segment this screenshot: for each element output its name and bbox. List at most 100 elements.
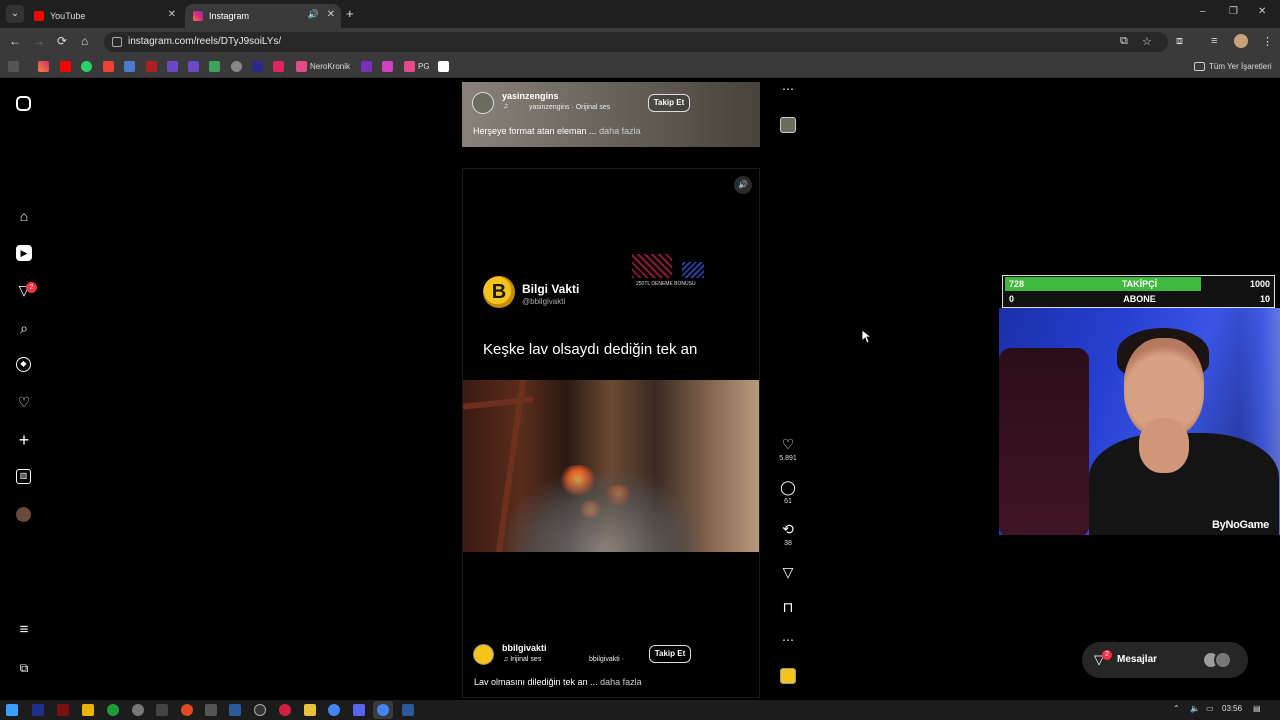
avatar[interactable] — [473, 644, 494, 665]
apps-grid-icon[interactable] — [8, 61, 19, 72]
tab-close-icon[interactable]: ✕ — [327, 9, 335, 20]
illustrator-icon[interactable] — [57, 704, 69, 716]
menu-icon[interactable]: ≡ — [16, 622, 32, 638]
browser-menu-icon[interactable]: ⋮ — [1262, 35, 1273, 48]
steam-icon[interactable] — [229, 704, 241, 716]
app-icon[interactable] — [156, 704, 168, 716]
search-icon[interactable]: ⌕ — [16, 320, 32, 336]
audio-thumbnail[interactable] — [780, 668, 796, 684]
bookmark-app-icon[interactable] — [167, 61, 178, 72]
bookmark-app-icon[interactable] — [361, 61, 372, 72]
app-icon[interactable] — [254, 704, 266, 716]
more-options-icon[interactable]: ⋯ — [779, 82, 797, 96]
save-button[interactable]: ⊓ — [779, 599, 797, 616]
more-link[interactable]: daha fazla — [599, 126, 641, 136]
follow-button[interactable]: Takip Et — [649, 645, 691, 663]
reels-icon[interactable]: ▶ — [16, 245, 32, 261]
messages-button[interactable]: ▽ 2 Mesajlar — [1082, 642, 1248, 678]
avatar[interactable] — [472, 92, 494, 114]
follow-button[interactable]: Takip Et — [648, 94, 690, 112]
reload-button[interactable]: ⟳ — [57, 34, 67, 48]
bookmark-star-icon[interactable]: ☆ — [1142, 35, 1152, 48]
current-reel-username[interactable]: bbilgivakti — [502, 643, 547, 653]
bookmark-neronkronik[interactable]: NeroKronik — [310, 62, 350, 71]
repost-button[interactable]: ⟲ 38 — [779, 521, 797, 547]
chrome-icon[interactable] — [328, 704, 340, 716]
new-tab-button[interactable]: + — [346, 6, 354, 21]
app-icon[interactable] — [181, 704, 193, 716]
taskbar: ⌃ 🔈 ▭ 03:56 ▤ — [0, 700, 1280, 720]
app-icon[interactable] — [132, 704, 144, 716]
windows-start-icon[interactable] — [6, 704, 18, 716]
install-app-icon[interactable]: ⧉ — [1120, 35, 1128, 48]
restore-button[interactable]: ❐ — [1229, 6, 1238, 17]
also-from-meta-icon[interactable]: ⧉ — [16, 660, 32, 676]
bookmark-whatsapp-icon[interactable] — [81, 61, 92, 72]
mute-icon[interactable]: 🔊 — [734, 176, 752, 194]
bookmark-app-icon[interactable] — [188, 61, 199, 72]
bookmark-gmail-icon[interactable] — [103, 61, 114, 72]
photoshop-icon[interactable] — [32, 704, 44, 716]
tab-close-icon[interactable]: ✕ — [168, 9, 176, 20]
app-icon[interactable] — [205, 704, 217, 716]
file-explorer-icon[interactable] — [304, 704, 316, 716]
dashboard-icon[interactable]: ▥ — [16, 469, 31, 484]
app-icon[interactable] — [82, 704, 94, 716]
forward-button[interactable]: → — [33, 34, 45, 48]
notification-center-icon[interactable]: ▤ — [1253, 704, 1261, 713]
home-button[interactable]: ⌂ — [81, 34, 88, 48]
bookmark-app-icon[interactable] — [231, 61, 242, 72]
home-icon[interactable]: ⌂ — [16, 208, 32, 224]
chrome-icon[interactable] — [377, 704, 389, 716]
explore-icon[interactable]: ◆ — [16, 357, 31, 372]
more-link[interactable]: daha fazla — [600, 677, 642, 687]
previous-reel-username[interactable]: yasinzengins — [502, 91, 559, 101]
minimize-button[interactable]: – — [1200, 6, 1206, 17]
xbox-icon[interactable] — [107, 704, 119, 716]
bookmark-pg[interactable]: PG — [418, 62, 430, 71]
audio-thumbnail[interactable] — [780, 117, 796, 133]
profile-icon[interactable] — [16, 507, 31, 522]
share-button[interactable]: ▽ — [779, 564, 797, 581]
bookmark-app-icon[interactable] — [124, 61, 135, 72]
site-info-icon[interactable] — [112, 37, 122, 47]
back-button[interactable]: ← — [9, 34, 21, 48]
caption-text: Herşeye format atan eleman ... — [473, 126, 597, 136]
volume-icon[interactable]: 🔈 — [1190, 704, 1200, 713]
instagram-icon[interactable] — [16, 96, 31, 111]
bookmark-instagram-icon[interactable] — [38, 61, 49, 72]
tab-search-button[interactable]: ⌄ — [6, 5, 24, 23]
bookmark-app-icon[interactable] — [146, 61, 157, 72]
speaker-icon[interactable]: 🔊 — [308, 9, 319, 20]
url-input[interactable]: instagram.com/reels/DTyJ9soiLYs/ — [104, 32, 1168, 52]
more-options-button[interactable]: ⋯ — [779, 633, 797, 647]
bookmark-pg-icon[interactable] — [404, 61, 415, 72]
bookmark-app-icon[interactable] — [252, 61, 263, 72]
notifications-icon[interactable]: ♡ — [16, 394, 32, 410]
extensions-icon[interactable]: ⧈ — [1176, 35, 1183, 48]
like-button[interactable]: ♡ 5.891 — [779, 436, 797, 462]
previous-reel-audio[interactable]: yasinzengins · Orijinal ses — [529, 104, 610, 111]
media-control-icon[interactable]: ≡ — [1211, 35, 1217, 47]
current-reel-audio[interactable]: ♫ Irijinal ses — [503, 656, 541, 663]
comment-button[interactable]: ◯ 61 — [779, 479, 797, 505]
close-window-button[interactable]: ✕ — [1258, 6, 1266, 17]
bookmark-app-icon[interactable] — [209, 61, 220, 72]
bookmark-app-icon[interactable] — [382, 61, 393, 72]
network-icon[interactable]: ▭ — [1206, 704, 1214, 713]
discord-icon[interactable] — [353, 704, 365, 716]
bookmark-youtube-icon[interactable] — [60, 61, 71, 72]
create-icon[interactable]: + — [16, 431, 32, 449]
profile-avatar-icon[interactable] — [1234, 34, 1248, 48]
bookmark-app-icon[interactable] — [438, 61, 449, 72]
current-reel-audio-owner[interactable]: bbilgivakti · — [589, 656, 624, 663]
steam-icon[interactable] — [402, 704, 414, 716]
bookmark-app-icon[interactable] — [273, 61, 284, 72]
clock[interactable]: 03:56 — [1222, 704, 1242, 713]
all-bookmarks-link[interactable]: Tüm Yer İşaretleri — [1209, 62, 1272, 71]
tab-youtube[interactable]: YouTube ✕ — [26, 4, 182, 28]
bookmark-neronkronik-icon[interactable] — [296, 61, 307, 72]
chevron-up-icon[interactable]: ⌃ — [1173, 704, 1180, 713]
app-icon[interactable] — [279, 704, 291, 716]
tab-instagram[interactable]: Instagram 🔊 ✕ — [185, 4, 341, 28]
